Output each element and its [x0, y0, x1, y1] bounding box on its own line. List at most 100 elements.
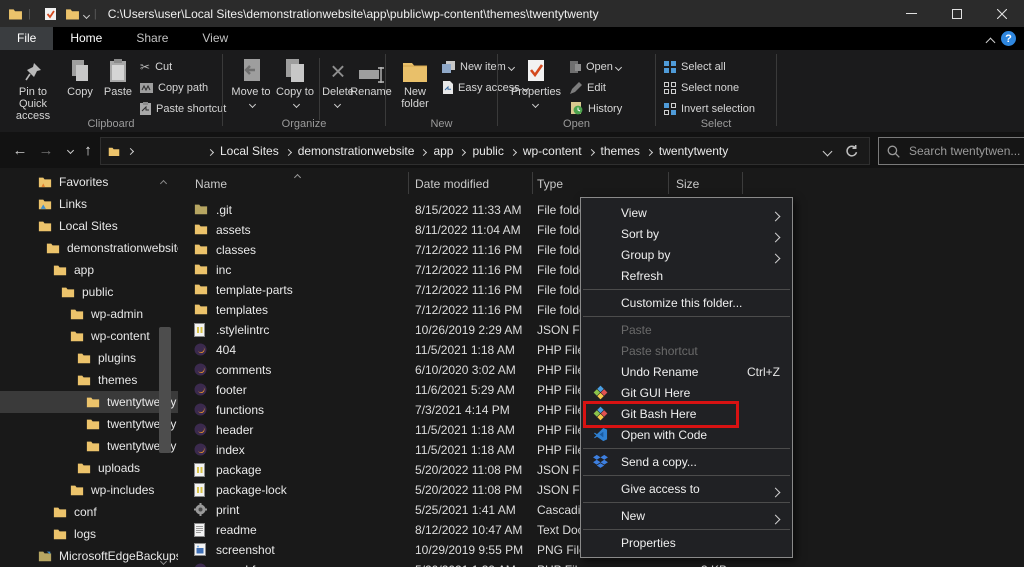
sidebar-item-favorites[interactable]: Favorites: [0, 171, 178, 193]
menu-item-new[interactable]: New: [581, 505, 792, 526]
minimize-button[interactable]: [889, 0, 934, 27]
select-none-button[interactable]: Select none: [664, 77, 755, 98]
up-button[interactable]: ↑: [76, 138, 100, 162]
copy-to-button[interactable]: Copy to: [275, 55, 315, 110]
sidebar-item-twentytwenty-3[interactable]: twentytwenty: [0, 435, 178, 457]
sidebar-item-wp-admin[interactable]: wp-admin: [0, 303, 178, 325]
ribbon: Pin to Quick access Copy Paste ✂ Cut: [0, 50, 1024, 132]
tab-view[interactable]: View: [185, 27, 245, 50]
copy-button[interactable]: Copy: [62, 55, 98, 98]
folder-icon: [70, 484, 84, 496]
column-header-size[interactable]: Size: [676, 177, 699, 191]
qat-dropdown-icon[interactable]: [84, 7, 89, 21]
properties-button[interactable]: Properties: [510, 55, 562, 110]
menu-item-git-gui-here[interactable]: Git GUI Here: [581, 382, 792, 403]
menu-item-git-bash-here[interactable]: Git Bash Here: [581, 403, 792, 424]
column-header-date-modified[interactable]: Date modified: [415, 177, 489, 191]
qat-new-folder-icon[interactable]: [65, 8, 80, 20]
menu-item-refresh[interactable]: Refresh: [581, 265, 792, 286]
column-divider[interactable]: [408, 172, 409, 194]
sidebar-item-microsoftedgebackups[interactable]: MicrosoftEdgeBackups: [0, 545, 178, 567]
menu-item-paste[interactable]: Paste: [581, 319, 792, 340]
paste-button[interactable]: Paste: [100, 55, 136, 98]
breadcrumb-public[interactable]: public: [472, 144, 503, 158]
sidebar-item-plugins[interactable]: plugins: [0, 347, 178, 369]
column-divider[interactable]: [532, 172, 533, 194]
breadcrumb-themes[interactable]: themes: [601, 144, 640, 158]
sidebar-scroll-up-icon[interactable]: [161, 175, 166, 189]
git-icon: [593, 406, 608, 421]
edit-button[interactable]: Edit: [570, 77, 622, 98]
menu-item-give-access-to[interactable]: Give access to: [581, 478, 792, 499]
new-folder-button[interactable]: New folder: [392, 55, 438, 110]
sidebar-item-local-sites[interactable]: Local Sites: [0, 215, 178, 237]
tab-file[interactable]: File: [0, 27, 53, 50]
maximize-button[interactable]: [934, 0, 979, 27]
sidebar-item-public[interactable]: public: [0, 281, 178, 303]
column-divider[interactable]: [742, 172, 743, 194]
sidebar-item-uploads[interactable]: uploads: [0, 457, 178, 479]
address-bar[interactable]: Local Sites demonstrationwebsite app pub…: [100, 137, 870, 165]
menu-item-undo-rename[interactable]: Undo Rename Ctrl+Z: [581, 361, 792, 382]
sidebar-item-wp-includes[interactable]: wp-includes: [0, 479, 178, 501]
select-all-button[interactable]: Select all: [664, 56, 755, 77]
sidebar-item-logs[interactable]: logs: [0, 523, 178, 545]
breadcrumb-app[interactable]: app: [433, 144, 453, 158]
breadcrumb-local-sites[interactable]: Local Sites: [220, 144, 279, 158]
column-divider[interactable]: [668, 172, 669, 194]
file-row-searchform[interactable]: searchform5/20/2021 1:39 AMPHP File3 KB: [185, 560, 745, 567]
search-input[interactable]: [907, 143, 1024, 159]
column-header-type[interactable]: Type: [537, 177, 563, 191]
back-button[interactable]: ←: [8, 138, 32, 162]
copy-icon: [70, 55, 90, 83]
menu-item-open-with-code[interactable]: Open with Code: [581, 424, 792, 445]
close-button[interactable]: [979, 0, 1024, 27]
folder-icon: [77, 352, 91, 364]
move-to-button[interactable]: Move to: [231, 55, 271, 110]
help-icon[interactable]: ?: [1001, 31, 1016, 46]
history-button[interactable]: History: [570, 98, 622, 119]
breadcrumb-twentytwenty[interactable]: twentytwenty: [659, 144, 728, 158]
paste-shortcut-button[interactable]: Paste shortcut: [140, 98, 226, 119]
sidebar-item-conf[interactable]: conf: [0, 501, 178, 523]
invert-selection-icon-button[interactable]: Invert selection: [664, 98, 755, 119]
menu-divider: [583, 475, 790, 476]
breadcrumb-chevron[interactable]: [120, 149, 133, 154]
menu-item-group-by[interactable]: Group by: [581, 244, 792, 265]
sidebar-item-app[interactable]: app: [0, 259, 178, 281]
open-button[interactable]: Open: [570, 56, 622, 77]
breadcrumb-demonstrationwebsite[interactable]: demonstrationwebsite: [298, 144, 415, 158]
cut-button[interactable]: ✂ Cut: [140, 56, 226, 77]
qat-properties-icon[interactable]: [44, 7, 57, 21]
tab-home[interactable]: Home: [53, 27, 119, 50]
sidebar-item-wp-content[interactable]: wp-content: [0, 325, 178, 347]
copy-path-button[interactable]: Copy path: [140, 77, 226, 98]
sidebar-scroll-down-icon[interactable]: [161, 553, 166, 567]
menu-item-paste-shortcut[interactable]: Paste shortcut: [581, 340, 792, 361]
breadcrumb-wp-content[interactable]: wp-content: [523, 144, 582, 158]
php-file-icon: [194, 563, 207, 567]
sidebar-item-links[interactable]: Links: [0, 193, 178, 215]
sidebar-item-themes[interactable]: themes: [0, 369, 178, 391]
column-header-name[interactable]: Name: [195, 177, 227, 191]
menu-item-sort-by[interactable]: Sort by: [581, 223, 792, 244]
sidebar-item-twentytwenty-selected[interactable]: twentytwenty: [0, 391, 178, 413]
menu-item-properties[interactable]: Properties: [581, 532, 792, 553]
collapse-ribbon-icon[interactable]: [987, 35, 994, 49]
group-divider: [319, 58, 320, 120]
sidebar-item-twentytwenty-2[interactable]: twentytwenty: [0, 413, 178, 435]
sidebar-scrollbar[interactable]: [159, 327, 171, 453]
refresh-icon[interactable]: [845, 144, 859, 158]
forward-button[interactable]: →: [34, 138, 58, 162]
folder-icon: [86, 440, 100, 452]
shortcut-label: Ctrl+Z: [747, 365, 780, 379]
menu-item-view[interactable]: View: [581, 202, 792, 223]
tab-share[interactable]: Share: [119, 27, 185, 50]
address-dropdown-icon[interactable]: [824, 144, 831, 158]
pin-to-quick-access-button[interactable]: Pin to Quick access: [6, 55, 60, 122]
delete-button[interactable]: × Delete: [321, 55, 355, 110]
navigation-pane: Favorites Links Local Sites demonstratio…: [0, 171, 178, 567]
sidebar-item-demonstrationwebsite[interactable]: demonstrationwebsite: [0, 237, 178, 259]
menu-item-send-a-copy[interactable]: Send a copy...: [581, 451, 792, 472]
menu-item-customize-this-folder[interactable]: Customize this folder...: [581, 292, 792, 313]
